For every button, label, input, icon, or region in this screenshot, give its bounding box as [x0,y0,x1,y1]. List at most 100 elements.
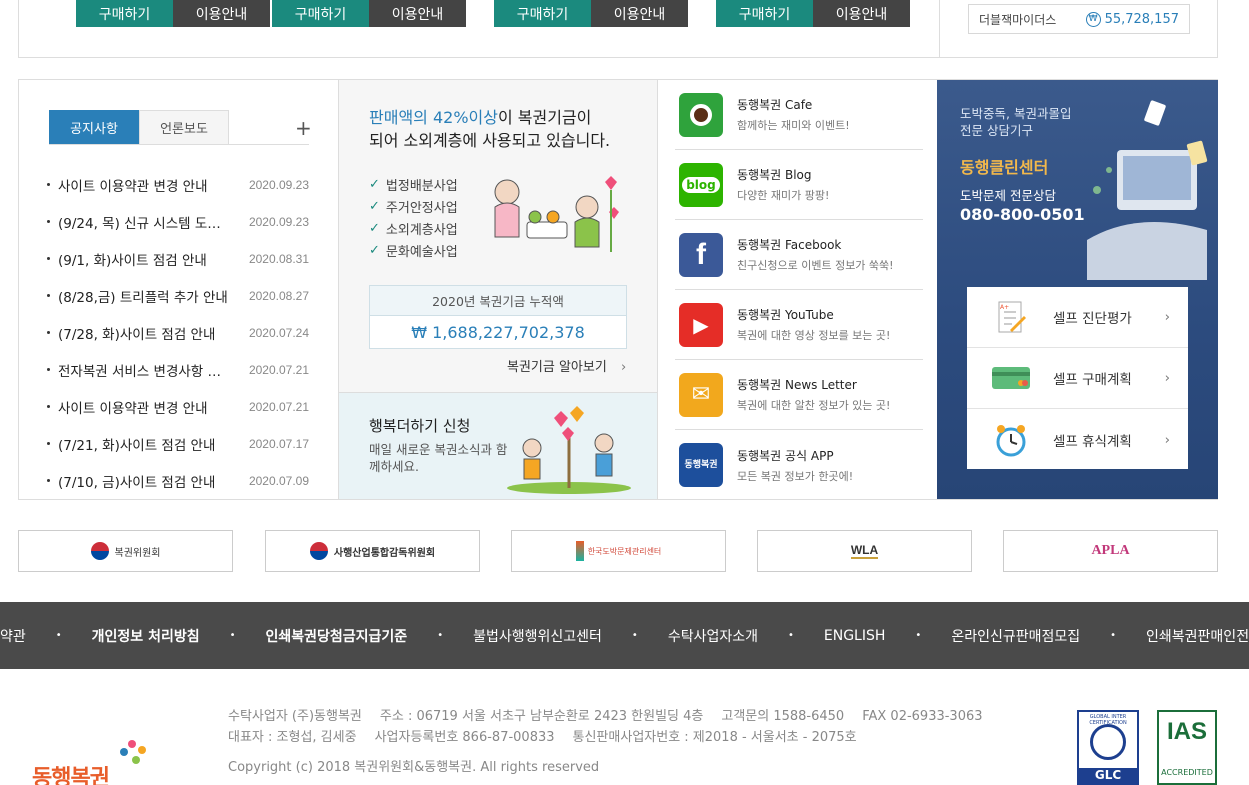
info-button[interactable]: 이용안내 [591,0,688,27]
dhlottery-logo[interactable]: 동행복권 [32,736,157,785]
partner-name: 사행산업통합감독위원회 [333,547,436,559]
partner-gambling-center[interactable]: 한국도박문제관리센터 [511,530,726,572]
bullet-icon [47,257,50,260]
bullet-icon [47,294,50,297]
happy-plus-banner[interactable]: 행복더하기 신청 매일 새로운 복권소식과 함께하세요. [339,392,657,499]
bullet-icon [47,220,50,223]
list-item[interactable]: (9/1, 화)사이트 점검 안내 2020.08.31 [47,240,309,277]
list-item[interactable]: (8/28,금) 트리플럭 추가 안내 2020.08.27 [47,277,309,314]
info-button[interactable]: 이용안내 [813,0,910,27]
tab-notice[interactable]: 공지사항 [49,110,139,145]
clean-line1: 도박중독, 복권과몰입 [960,106,1072,121]
product-buttons: 구매하기 이용안내 [716,0,910,27]
fund-heading-rest: 이 복권기금이 [497,108,592,127]
list-item[interactable]: (7/21, 화)사이트 점검 안내 2020.07.17 [47,425,309,462]
footer-link-report-center[interactable]: 불법사행행위신고센터 [473,626,602,646]
partner-lottery-commission[interactable]: 복권위원회 [18,530,233,572]
clean-title: 동행클린센터 [960,158,1049,177]
notice-date: 2020.07.17 [248,436,309,451]
notice-title: 사이트 이용약관 변경 안내 [58,178,208,195]
notice-list: 사이트 이용약관 변경 안내 2020.09.23 (9/24, 목) 신규 시스… [47,166,309,499]
notice-title: (7/21, 화)사이트 점검 안내 [58,437,216,454]
fax-number: FAX 02-6933-3063 [862,709,983,724]
fund-learn-more-label: 복권기금 알아보기 [507,360,607,375]
footer-link-terms[interactable]: 약관 [0,626,26,646]
sns-title: 동행복권 Blog [737,168,812,182]
sns-item-app[interactable]: 동행복권 동행복권 공식 APP 모든 복권 정보가 한곳에! [675,430,923,500]
clean-center-banner[interactable]: 도박중독, 복권과몰입전문 상담기구 동행클린센터 도박문제 전문상담 080-… [937,80,1218,499]
self-purchase-plan-link[interactable]: 셀프 구매계획 › [967,348,1188,409]
notice-date: 2020.07.09 [248,473,309,488]
product-buttons: 구매하기 이용안내 [494,0,688,27]
partner-name: 복권위원회 [114,547,161,559]
glc-cert-mark: GLC [1079,768,1137,785]
credit-card-icon [991,360,1031,396]
self-item-label: 셀프 진단평가 [1053,311,1132,327]
bullet-icon [47,442,50,445]
self-rest-plan-link[interactable]: 셀프 휴식계획 › [967,409,1188,470]
sns-text: 동행복권 News Letter 복권에 대한 알찬 정보가 있는 곳! [737,376,890,413]
partner-wla[interactable]: WLA [757,530,972,572]
sns-item-cafe[interactable]: 동행복권 Cafe 함께하는 재미와 이벤트! [675,80,923,150]
footer-link-company[interactable]: 수탁사업자소개 [668,626,758,646]
product-strip: 구매하기 이용안내 구매하기 이용안내 구매하기 이용안내 구매하기 이용안내 … [18,0,1218,58]
clean-subtitle: 도박문제 전문상담 [960,188,1056,203]
footer-link-prize-criteria[interactable]: 인쇄복권당첨금지급기준 [266,626,408,646]
clean-line2: 전문 상담기구 [960,123,1033,138]
notice-date: 2020.09.23 [248,214,309,229]
globe-icon [1090,724,1126,760]
list-item[interactable]: (9/24, 목) 신규 시스템 도입 안내 2020.09.23 [47,203,309,240]
list-item[interactable]: (7/28, 화)사이트 점검 안내 2020.07.24 [47,314,309,351]
app-icon: 동행복권 [679,443,723,487]
check-icon: ✓ [369,176,380,192]
alarm-clock-icon [991,422,1031,458]
buy-button[interactable]: 구매하기 [494,0,591,27]
list-item: ✓ 소외계층사업 [369,217,458,239]
gambling-illustration [1087,100,1208,280]
list-item[interactable]: 사이트 이용약관 변경 안내 2020.09.23 [47,166,309,203]
tab-press[interactable]: 언론보도 [139,110,229,145]
bullet-icon [47,479,50,482]
footer-link-privacy[interactable]: 개인정보 처리방침 [92,626,200,646]
gambling-center-logo-icon [575,541,584,561]
fund-total-box: 2020년 복권기금 누적액 ₩ 1,688,227,702,378 [369,285,627,349]
sns-title: 동행복권 News Letter [737,378,857,392]
sns-item-facebook[interactable]: f 동행복권 Facebook 친구신청으로 이벤트 정보가 쑥쑥! [675,220,923,290]
partner-name: 한국도박문제관리센터 [587,546,662,556]
partner-apla[interactable]: APLA [1003,530,1218,572]
sns-text: 동행복권 Blog 다양한 재미가 팡팡! [737,166,829,203]
notice-title: 사이트 이용약관 변경 안내 [58,400,208,417]
info-button[interactable]: 이용안내 [173,0,270,27]
buy-button[interactable]: 구매하기 [76,0,173,27]
sns-item-youtube[interactable]: ▶ 동행복권 YouTube 복권에 대한 영상 정보를 보는 곳! [675,290,923,360]
sns-item-newsletter[interactable]: ✉ 동행복권 News Letter 복권에 대한 알찬 정보가 있는 곳! [675,360,923,430]
sns-text: 동행복권 Facebook 친구신청으로 이벤트 정보가 쑥쑥! [737,236,894,273]
fund-panel: 판매액의 42%이상이 복권기금이 되어 소외계층에 사용되고 있습니다. ✓ 법… [338,80,658,499]
footer-link-recruit[interactable]: 온라인신규판매점모집 [951,626,1080,646]
info-button[interactable]: 이용안내 [369,0,466,27]
bullet-icon [47,331,50,334]
self-diagnosis-link[interactable]: A+ 셀프 진단평가 › [967,287,1188,348]
jackpot-amount-wrap: ₩ 55,728,157 [1085,11,1179,27]
buy-button[interactable]: 구매하기 [272,0,369,27]
clean-phone[interactable]: 080-800-0501 [960,205,1085,224]
fund-heading-line2: 되어 소외계층에 사용되고 있습니다. [369,131,611,150]
jackpot-box[interactable]: 더블잭마이더스 ₩ 55,728,157 [968,4,1190,34]
sns-title: 동행복권 공식 APP [737,448,834,463]
partner-gambling-commission[interactable]: 사행산업통합감독위원회 [265,530,480,572]
footer-link-retailer[interactable]: 인쇄복권판매인전용공간 [1146,626,1249,646]
buy-button[interactable]: 구매하기 [716,0,813,27]
list-item[interactable]: (7/10, 금)사이트 점검 안내 2020.07.09 [47,462,309,499]
more-plus-icon[interactable]: + [295,116,312,140]
sns-item-blog[interactable]: blog 동행복권 Blog 다양한 재미가 팡팡! [675,150,923,220]
fund-learn-more-link[interactable]: 복권기금 알아보기 › [507,356,626,375]
notice-date: 2020.08.27 [248,288,309,303]
sns-text: 동행복권 Cafe 함께하는 재미와 이벤트! [737,96,850,133]
list-item: ✓ 문화예술사업 [369,239,458,261]
list-item[interactable]: 사이트 이용약관 변경 안내 2020.07.21 [47,388,309,425]
separator-dot: • [1110,630,1117,641]
sns-title: 동행복권 Cafe [737,98,813,112]
footer-link-english[interactable]: ENGLISH [824,628,886,644]
notice-date: 2020.09.23 [248,177,309,192]
list-item[interactable]: 전자복권 서비스 변경사항 안내 2020.07.21 [47,351,309,388]
